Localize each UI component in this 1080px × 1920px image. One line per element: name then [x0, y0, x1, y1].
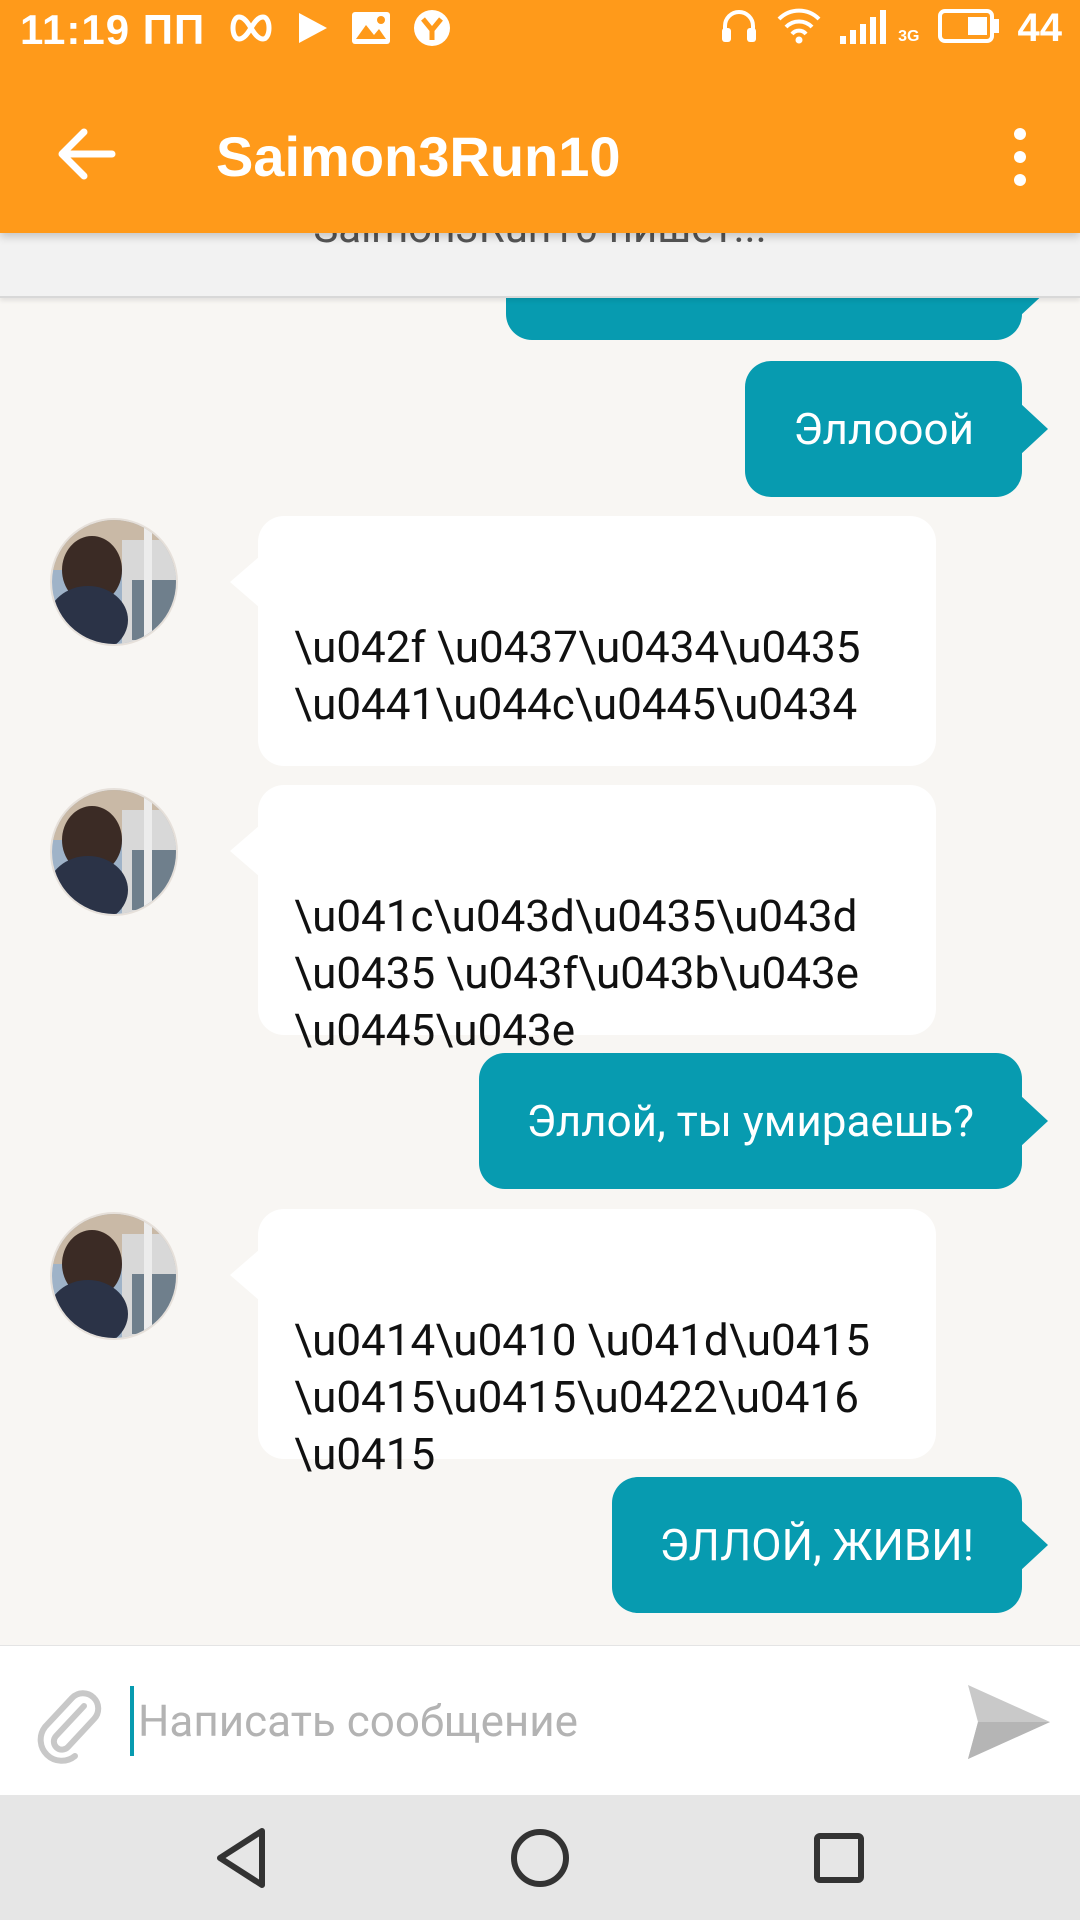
- chat-title: Saimon3Run10: [216, 125, 621, 188]
- message-input[interactable]: [130, 1686, 930, 1756]
- message-bubble-incoming[interactable]: \u041c\u043d\u0435\u043d\u0435 \u043f\u0…: [230, 785, 936, 1056]
- nav-back-button[interactable]: [206, 1823, 276, 1893]
- network-type-label: 3G: [898, 27, 920, 45]
- play-icon: [297, 11, 329, 50]
- nav-recents-button[interactable]: [804, 1823, 874, 1893]
- paperclip-icon: [37, 1690, 102, 1764]
- nav-home-circle-icon: [511, 1829, 569, 1887]
- message-text: Эллой, ты умираешь?: [526, 1095, 974, 1147]
- avatar-photo-icon: [52, 1214, 176, 1338]
- toolbar: Saimon3Run10: [0, 66, 1080, 233]
- attach-button[interactable]: [28, 1684, 108, 1764]
- signal-strength-icon: [840, 8, 894, 49]
- gallery-icon: [351, 11, 391, 50]
- more-vert-icon: [1014, 128, 1026, 186]
- contact-avatar[interactable]: [50, 1212, 178, 1340]
- app-notification-icon: [413, 9, 451, 52]
- arrow-back-icon: [58, 128, 116, 180]
- message-bubble-incoming[interactable]: \u042f \u0437\u0434\u0435\u0441\u044c\u0…: [230, 516, 936, 766]
- message-bubble-incoming[interactable]: \u0414\u0410 \u041d\u0415\u0415\u0415\u0…: [230, 1209, 936, 1480]
- infinity-icon: [227, 13, 275, 48]
- message-bubble-outgoing[interactable]: Эллой, ты умираешь?: [478, 1053, 1049, 1189]
- message-composer: [0, 1645, 1080, 1796]
- message-text: \u0414\u0410 \u041d\u0415\u0415\u0415\u0…: [294, 1314, 870, 1480]
- message-text: \u042f \u0437\u0434\u0435\u0441\u044c\u0…: [294, 621, 861, 730]
- contact-avatar[interactable]: [50, 788, 178, 916]
- send-icon: [968, 1685, 1050, 1759]
- status-bar: 11:19 ПП 3G 44: [0, 0, 1080, 66]
- status-time: 11:19 ПП: [20, 6, 206, 53]
- message-bubble-outgoing[interactable]: ЭЛЛОЙ, ЖИВИ!: [611, 1477, 1049, 1613]
- message-text: \u041c\u043d\u0435\u043d\u0435 \u043f\u0…: [294, 890, 860, 1056]
- battery-level: 44: [1017, 6, 1063, 50]
- message-bubble-outgoing[interactable]: Эллооой: [745, 361, 1048, 497]
- overflow-menu-button[interactable]: [990, 122, 1050, 192]
- system-navigation-bar: [0, 1795, 1080, 1920]
- message-text: Эллооой: [793, 403, 974, 455]
- back-button[interactable]: [46, 114, 126, 194]
- avatar-photo-icon: [52, 520, 176, 644]
- app-header: 11:19 ПП 3G 44 Saimon3Run10: [0, 0, 1080, 233]
- send-button[interactable]: [964, 1681, 1052, 1763]
- headphones-icon: [720, 8, 758, 49]
- nav-home-button[interactable]: [505, 1823, 575, 1893]
- nav-back-triangle-icon: [217, 1828, 265, 1888]
- wifi-icon: [776, 7, 822, 50]
- nav-recents-square-icon: [814, 1833, 864, 1883]
- contact-avatar[interactable]: [50, 518, 178, 646]
- battery-icon: [937, 9, 1000, 48]
- message-text: ЭЛЛОЙ, ЖИВИ!: [659, 1519, 974, 1571]
- avatar-photo-icon: [52, 790, 176, 914]
